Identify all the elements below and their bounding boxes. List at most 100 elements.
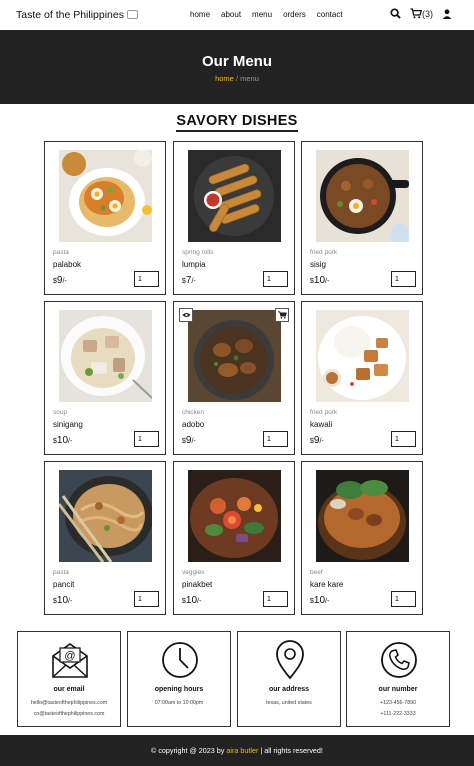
footer: © copyright @ 2023 by aira butler | all … [0, 735, 474, 766]
section-heading: SAVORY DISHES [0, 112, 474, 132]
breadcrumb: home / menu [0, 74, 474, 83]
plate-icon [126, 10, 138, 19]
dish-card[interactable]: pasta palabok $9/- [44, 141, 166, 295]
dish-image-palabok[interactable] [59, 150, 152, 242]
hero-banner: Our Menu home / menu [0, 30, 474, 104]
dish-price: $9/- [182, 435, 196, 446]
dish-name: pancit [53, 580, 75, 589]
info-title: opening hours [154, 686, 204, 693]
dish-price: $10/- [53, 595, 73, 606]
dish-name: sisig [310, 260, 327, 269]
dish-card[interactable]: fried pork sisig $10/- [301, 141, 423, 295]
nav-orders[interactable]: orders [283, 10, 306, 19]
header-icons: (3) [390, 8, 452, 19]
dish-image-adobo[interactable] [188, 310, 281, 402]
dish-card[interactable]: fried pork kawali $9/- [301, 301, 423, 455]
quantity-input[interactable] [263, 591, 288, 607]
dish-category: fried pork [310, 249, 338, 256]
address-line: texas, united states [266, 700, 312, 706]
phone-line[interactable]: +111-222-3333 [347, 711, 449, 717]
dish-category: chicken [182, 409, 205, 416]
page-title: Our Menu [202, 53, 272, 70]
dish-category: fried pork [310, 409, 338, 416]
dish-category: spring rolls [182, 249, 214, 256]
dish-price: $9/- [310, 435, 324, 446]
search-icon[interactable] [390, 8, 401, 19]
dish-card[interactable]: pasta pancit $10/- [44, 461, 166, 615]
dish-card[interactable]: chicken adobo $9/- [173, 301, 295, 455]
dish-category: pasta [53, 569, 69, 576]
user-icon[interactable] [442, 8, 452, 19]
dish-card[interactable]: spring rolls lumpia $7/- [173, 141, 295, 295]
dish-category: pasta [53, 249, 69, 256]
footer-copyright: © copyright @ 2023 by [151, 746, 227, 755]
location-pin-icon [276, 640, 304, 680]
dish-image-sinigang[interactable] [59, 310, 152, 402]
top-header: Taste of the Philippines home about menu… [0, 0, 474, 30]
quantity-input[interactable] [134, 271, 159, 287]
dish-price: $10/- [310, 595, 330, 606]
email-icon: @ [52, 643, 88, 678]
svg-text:@: @ [64, 650, 75, 662]
nav-about[interactable]: about [221, 10, 241, 19]
info-title: our number [378, 686, 418, 693]
dish-image-pancit[interactable] [59, 470, 152, 562]
dish-card[interactable]: beef kare kare $10/- [301, 461, 423, 615]
quantity-input[interactable] [134, 591, 159, 607]
quantity-input[interactable] [263, 431, 288, 447]
quantity-input[interactable] [391, 271, 416, 287]
dish-image-sisig[interactable] [316, 150, 409, 242]
dish-name: kare kare [310, 580, 344, 589]
add-to-cart-button[interactable] [275, 308, 289, 322]
email-line[interactable]: co@tasteofthephilippines.com [18, 711, 120, 717]
dish-price: $7/- [182, 275, 196, 286]
nav-contact[interactable]: contact [317, 10, 343, 19]
phone-line[interactable]: +123-456-7890 [347, 700, 449, 706]
dish-price: $10/- [182, 595, 202, 606]
dish-price: $9/- [53, 275, 67, 286]
dish-card[interactable]: veggies pinakbet $10/- [173, 461, 295, 615]
quick-view-button[interactable] [179, 308, 193, 322]
dish-image-lumpia[interactable] [188, 150, 281, 242]
email-line[interactable]: hello@tasteofthephilippines.com [18, 700, 120, 706]
nav-home[interactable]: home [190, 10, 210, 19]
info-hours: opening hours 07:00am to 10:00pm [127, 631, 231, 727]
dish-price: $10/- [53, 435, 73, 446]
quantity-input[interactable] [134, 431, 159, 447]
footer-rights: | all rights reserved! [258, 746, 323, 755]
info-address: our address texas, united states [237, 631, 341, 727]
breadcrumb-current: menu [240, 74, 259, 83]
clock-icon [162, 642, 198, 678]
brand-name[interactable]: Taste of the Philippines [16, 9, 124, 21]
section-title: SAVORY DISHES [176, 113, 298, 132]
cart-icon [277, 311, 287, 319]
hours-line: 07:00am to 10:00pm [154, 700, 204, 706]
eye-icon [181, 312, 191, 318]
breadcrumb-home[interactable]: home [215, 74, 234, 83]
cart-button[interactable]: (3) [410, 8, 433, 19]
dish-category: soup [53, 409, 68, 416]
dish-name: kawali [310, 420, 333, 429]
dish-name: sinigang [53, 420, 83, 429]
dish-image-pinakbet[interactable] [188, 470, 281, 562]
quantity-input[interactable] [391, 591, 416, 607]
info-title: our email [53, 686, 85, 693]
dish-image-kare-kare[interactable] [316, 470, 409, 562]
phone-icon [381, 642, 417, 678]
brand-logo[interactable]: Taste of the Philippines [16, 9, 138, 21]
dish-name: pinakbet [182, 580, 213, 589]
dish-category: veggies [182, 569, 205, 576]
dish-card[interactable]: soup sinigang $10/- [44, 301, 166, 455]
dish-category: beef [310, 569, 323, 576]
cart-icon [410, 8, 422, 19]
info-number: our number +123-456-7890 +111-222-3333 [346, 631, 450, 727]
dish-image-kawali[interactable] [316, 310, 409, 402]
quantity-input[interactable] [263, 271, 288, 287]
nav-menu[interactable]: menu [252, 10, 272, 19]
footer-author: aira butler [226, 746, 259, 755]
dish-name: palabok [53, 260, 82, 269]
quantity-input[interactable] [391, 431, 416, 447]
main-nav: home about menu orders contact [190, 10, 343, 19]
dish-name: adobo [182, 420, 205, 429]
info-title: our address [268, 686, 310, 693]
